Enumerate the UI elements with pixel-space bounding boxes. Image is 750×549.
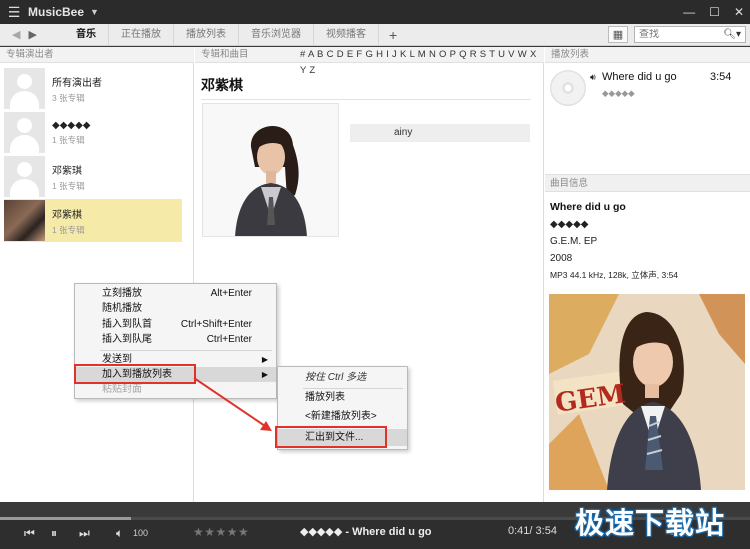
back-arrow-icon[interactable]: ◀ (12, 28, 20, 41)
watermark-logo: 极速下载站 (575, 506, 726, 540)
volume-icon[interactable]: 🔈︎ (116, 526, 123, 541)
artist-name: 邓紫琪 (52, 165, 82, 177)
speaker-icon: 🔊︎ (590, 72, 596, 82)
album-count: 1 张专辑 (52, 224, 85, 235)
album-count: 1 张专辑 (52, 134, 85, 145)
playlist-track-title: Where did u go (602, 71, 677, 83)
maximize-icon[interactable]: ☐ (709, 5, 720, 19)
tab-playlists[interactable]: 播放列表 (174, 23, 239, 46)
submenu-item-playlist[interactable]: 播放列表 (278, 389, 407, 406)
chevron-down-icon[interactable]: ▼ (90, 7, 99, 17)
info-format: MP3 44.1 kHz, 128k, 立体声, 3:54 (550, 270, 679, 280)
menu-separator (100, 350, 272, 351)
hamburger-menu-icon[interactable]: ☰ (0, 4, 28, 21)
submenu-arrow-icon: ▶ (261, 355, 268, 364)
album-count: 1 张专辑 (52, 180, 85, 191)
menu-item-play-now[interactable]: 立刻播放 Alt+Enter (75, 286, 276, 301)
playlist-track-time: 3:54 (710, 71, 732, 83)
submenu-item-new-playlist[interactable]: <新建播放列表> (278, 408, 407, 425)
album-entry-text: ainy (394, 127, 413, 138)
cd-disc-icon (550, 70, 586, 106)
track-info-header: 曲目信息 (545, 174, 750, 192)
artist-name: 所有演出者 (52, 77, 102, 89)
tab-now-playing[interactable]: 正在播放 (109, 23, 174, 46)
menu-item-queue-next[interactable]: 插入到队首 Ctrl+Shift+Enter (75, 317, 276, 332)
menu-item-paste-cover: 粘贴封面 (102, 384, 142, 395)
artist-placeholder-icon (4, 112, 45, 153)
info-album: G.E.M. EP (550, 236, 598, 247)
large-album-art: GEM (549, 294, 745, 490)
forward-arrow-icon[interactable]: ▶ (28, 28, 36, 41)
playback-time: 0:41/ 3:54 (508, 525, 557, 537)
artist-heading: 邓紫棋 (201, 75, 531, 100)
artist-name: ◆◆◆◆◆ (52, 119, 91, 131)
volume-level[interactable]: 100 (133, 528, 148, 538)
artist-row-selected[interactable]: 邓紫棋 1 张专辑 (4, 199, 182, 242)
submenu-hint: 按住 Ctrl 多选 (305, 372, 367, 383)
artist-row[interactable]: ◆◆◆◆◆ 1 张专辑 (4, 111, 182, 154)
tab-video-podcasts[interactable]: 视频播客 (314, 23, 379, 46)
annotation-box-add-to-playlist (74, 364, 196, 384)
search-box[interactable]: 🔍︎▾ (634, 26, 746, 43)
artist-placeholder-icon (4, 156, 45, 197)
artists-header: 专辑演出者 (0, 47, 194, 63)
alphabet-index[interactable]: # A B C D E F G H I J K L M N O P Q R S … (300, 47, 543, 76)
previous-track-icon[interactable]: ⏮ (24, 526, 35, 541)
search-icon[interactable]: 🔍︎▾ (723, 29, 741, 40)
playlist-track-artist: ◆◆◆◆◆ (602, 88, 635, 98)
tab-music[interactable]: 音乐 (64, 23, 109, 46)
layout-icon[interactable]: ▦ (608, 26, 628, 43)
playlist-panel: 播放列表 🔊︎ Where did u go 3:54 ◆◆◆◆◆ 曲目信息 W… (545, 47, 750, 502)
annotation-box-export (275, 426, 387, 448)
track-info: Where did u go ◆◆◆◆◆ G.E.M. EP 2008 MP3 … (550, 199, 745, 284)
minimize-icon[interactable]: — (683, 5, 695, 19)
close-icon[interactable]: ✕ (734, 5, 744, 19)
info-title: Where did u go (550, 201, 626, 213)
artist-photo (4, 200, 45, 241)
now-playing-text: ◆◆◆◆◆ - Where did u go (300, 526, 432, 538)
tab-music-explorer[interactable]: 音乐浏览器 (239, 23, 314, 46)
nav-bar: ◀ ▶ 音乐 正在播放 播放列表 音乐浏览器 视频播客 + ▦ 🔍︎▾ (0, 23, 750, 46)
album-cover[interactable] (202, 103, 339, 237)
info-artist: ◆◆◆◆◆ (550, 219, 589, 230)
rating-stars[interactable]: ★★★★★ (193, 525, 249, 539)
artist-placeholder-icon (4, 68, 45, 109)
pause-icon[interactable]: ⏸ (51, 526, 57, 541)
playlist-track-row[interactable]: 🔊︎ Where did u go 3:54 ◆◆◆◆◆ (548, 69, 748, 111)
menu-item-shuffle[interactable]: 随机播放 (75, 301, 276, 316)
menu-item-queue-last[interactable]: 插入到队尾 Ctrl+Enter (75, 332, 276, 347)
submenu-arrow-icon: ▶ (261, 370, 268, 379)
album-cover-art (221, 107, 319, 236)
title-bar: ☰ MusicBee ▼ — ☐ ✕ (0, 0, 750, 24)
search-input[interactable] (639, 29, 717, 40)
artists-panel: 专辑演出者 所有演出者 3 张专辑 ◆◆◆◆◆ 1 张专辑 邓紫琪 1 张专辑 邓紫棋… (0, 47, 194, 502)
app-title: MusicBee (28, 5, 85, 19)
info-year: 2008 (550, 253, 573, 264)
artist-row[interactable]: 所有演出者 3 张专辑 (4, 67, 182, 110)
next-track-icon[interactable]: ⏭ (79, 526, 90, 541)
progress-fill (0, 517, 132, 520)
add-tab-button[interactable]: + (379, 27, 407, 43)
artist-name: 邓紫棋 (52, 209, 82, 221)
album-entry[interactable]: ainy (350, 124, 530, 142)
playlist-header: 播放列表 (545, 47, 750, 63)
artist-row[interactable]: 邓紫琪 1 张专辑 (4, 155, 182, 198)
album-count: 3 张专辑 (52, 92, 85, 103)
